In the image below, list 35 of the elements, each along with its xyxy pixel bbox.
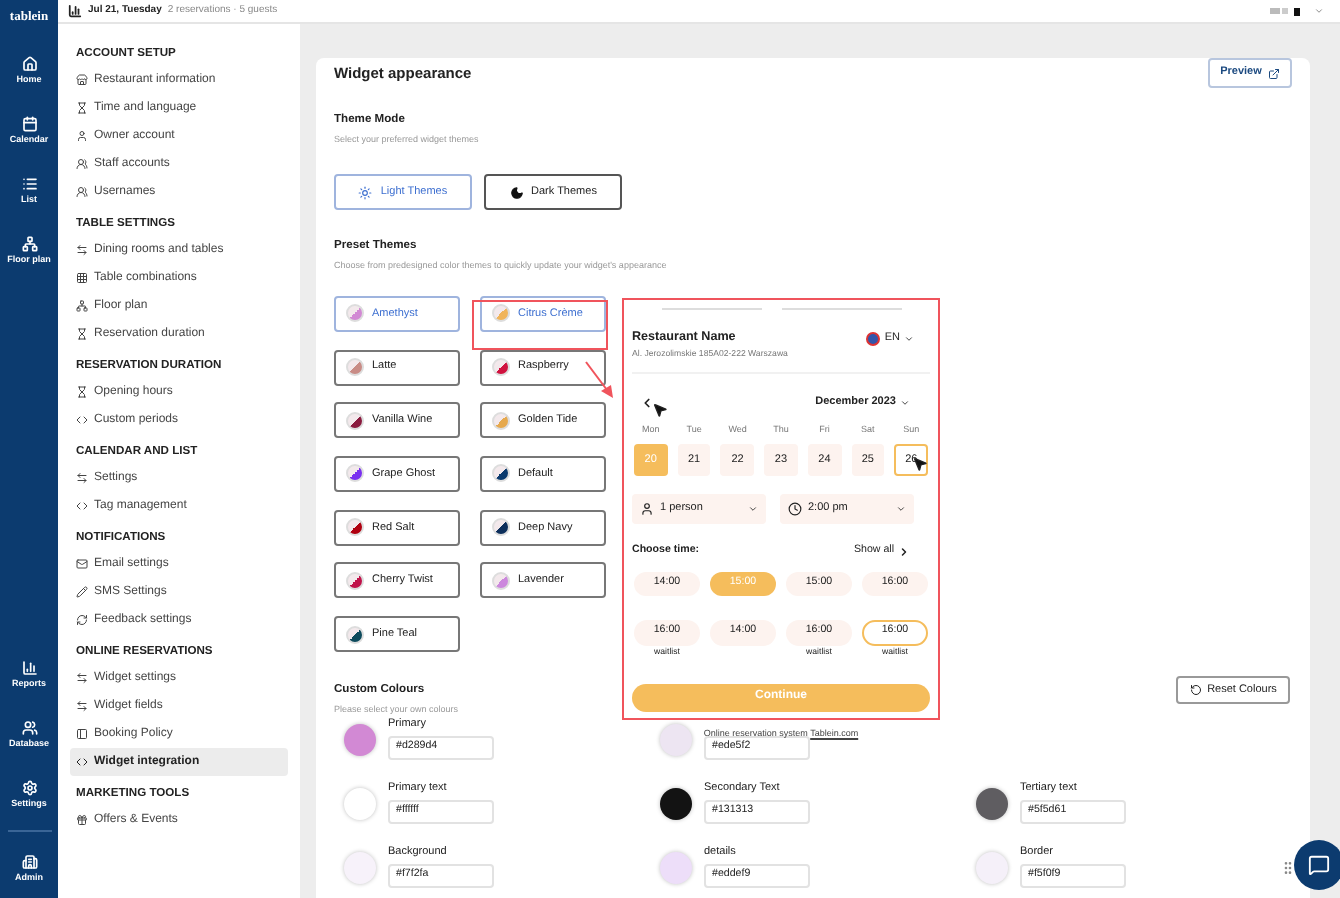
highlight-frame	[472, 300, 608, 350]
chevron-down-icon[interactable]	[1314, 6, 1324, 16]
reset-icon	[1189, 684, 1202, 696]
previous-month-icon[interactable]	[640, 395, 654, 409]
rail-icon	[21, 235, 37, 252]
bar-chart-icon	[68, 4, 82, 18]
chevron-down-icon	[900, 397, 910, 407]
rail-icon	[21, 115, 37, 132]
colour-swatch[interactable]	[344, 851, 376, 884]
cursor-icon	[652, 401, 668, 418]
moon-icon	[509, 185, 524, 200]
sun-icon	[358, 185, 373, 200]
colour-swatch[interactable]	[660, 851, 692, 884]
external-link-icon	[1267, 67, 1280, 79]
chevron-down-icon	[904, 333, 914, 344]
clock-icon	[788, 501, 802, 516]
admin-icon	[21, 853, 37, 870]
chat-icon	[1308, 854, 1330, 876]
chevron-right-icon	[898, 545, 910, 558]
colour-swatch[interactable]	[344, 787, 376, 820]
rail-icon	[21, 779, 37, 796]
arrow-annotation	[582, 358, 618, 402]
chevron-down-icon	[896, 503, 906, 514]
chevron-down-icon	[748, 503, 758, 514]
rail-icon	[21, 719, 37, 736]
rail-icon	[21, 659, 37, 676]
drag-handle-icon[interactable]	[1280, 860, 1296, 876]
rail-icon	[21, 175, 37, 192]
colour-swatch[interactable]	[976, 851, 1008, 884]
colour-swatch[interactable]	[976, 787, 1008, 820]
colour-swatch[interactable]	[660, 787, 692, 820]
person-icon	[640, 501, 654, 516]
colour-swatch[interactable]	[344, 723, 376, 756]
colour-swatch[interactable]	[660, 723, 692, 756]
rail-icon	[21, 55, 37, 72]
